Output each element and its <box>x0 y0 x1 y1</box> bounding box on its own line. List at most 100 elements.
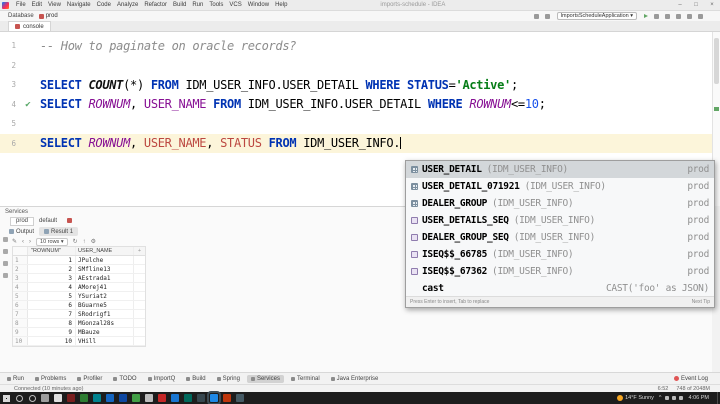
tool-window-button[interactable]: Profiler <box>73 375 106 383</box>
menu-item[interactable]: VCS <box>226 2 244 8</box>
battery-icon[interactable] <box>679 396 683 400</box>
menu-item[interactable]: View <box>45 2 64 8</box>
network-icon[interactable] <box>665 396 669 400</box>
wrench-icon[interactable] <box>545 14 550 19</box>
result-tab[interactable]: Output <box>4 227 39 236</box>
taskbar-app-icon[interactable] <box>171 394 179 402</box>
code-line[interactable]: 3 SELECT COUNT(*) FROM IDM_USER_INFO.USE… <box>0 75 712 95</box>
menu-item[interactable]: File <box>13 2 29 8</box>
completion-item[interactable]: USER_DETAIL_071921 (IDM_USER_INFO) prod <box>406 178 714 195</box>
session-tab[interactable]: prod <box>10 217 34 226</box>
tool-window-button[interactable]: ImportQ <box>144 375 180 383</box>
taskbar-app-icon[interactable] <box>106 394 114 402</box>
tool-window-button[interactable]: Java Enterprise <box>327 375 383 383</box>
breadcrumb-db[interactable]: prod <box>46 13 58 19</box>
completion-item[interactable]: ISEQ$$_66785 (IDM_USER_INFO) prod <box>406 246 714 263</box>
weather-temp[interactable]: 14°F <box>625 395 637 401</box>
settings-icon[interactable] <box>698 14 703 19</box>
tray-expand-icon[interactable]: ^ <box>659 395 662 401</box>
profiler-icon[interactable] <box>676 14 681 19</box>
menu-item[interactable]: Navigate <box>64 2 94 8</box>
taskbar-app-icon[interactable] <box>119 394 127 402</box>
tool-window-button[interactable]: Run <box>3 375 28 383</box>
volume-icon[interactable] <box>672 396 676 400</box>
pin-icon[interactable] <box>3 249 8 254</box>
settings-icon[interactable] <box>3 273 8 278</box>
user-name-cell[interactable]: MBauze <box>76 328 134 336</box>
reload-icon[interactable]: ↻ <box>73 238 78 245</box>
completion-item[interactable]: DEALER_GROUP (IDM_USER_INFO) prod <box>406 195 714 212</box>
taskbar-app-icon[interactable] <box>41 394 49 402</box>
maximize-button[interactable]: □ <box>688 2 704 8</box>
taskbar-app-icon[interactable] <box>132 394 140 402</box>
taskbar-app-icon[interactable] <box>67 394 75 402</box>
rownum-cell[interactable]: 4 <box>28 283 76 291</box>
completion-item[interactable]: USER_DETAIL (IDM_USER_INFO) prod <box>406 161 714 178</box>
menu-item[interactable]: Build <box>170 2 189 8</box>
completion-item[interactable]: USER_DETAILS_SEQ (IDM_USER_INFO) prod <box>406 212 714 229</box>
rownum-cell[interactable]: 6 <box>28 301 76 309</box>
user-name-cell[interactable]: AEstrada1 <box>76 274 134 282</box>
breadcrumb[interactable]: Database <box>8 13 34 19</box>
completion-item[interactable]: cast CAST('foo' as JSON) <box>406 280 714 297</box>
rownum-cell[interactable]: 8 <box>28 319 76 327</box>
menu-item[interactable]: Window <box>245 2 272 8</box>
menu-item[interactable]: Edit <box>29 2 45 8</box>
minimize-button[interactable]: – <box>672 2 688 8</box>
tool-window-button[interactable]: Terminal <box>287 375 324 383</box>
page-size-select[interactable]: 10 rows ▾ <box>36 238 68 246</box>
event-log-button[interactable]: Event Log <box>674 376 708 382</box>
user-icon[interactable] <box>534 14 539 19</box>
code-line[interactable]: 5 <box>0 114 712 134</box>
completion-item[interactable]: DEALER_GROUP_SEQ (IDM_USER_INFO) prod <box>406 229 714 246</box>
add-column-button[interactable]: + <box>134 247 145 255</box>
user-name-cell[interactable]: MGonzal28s <box>76 319 134 327</box>
rownum-cell[interactable]: 3 <box>28 274 76 282</box>
menu-item[interactable]: Analyze <box>114 2 141 8</box>
taskbar-app-icon[interactable] <box>80 394 88 402</box>
table-row[interactable]: 8 8 MGonzal28s <box>13 319 145 328</box>
completion-item[interactable]: ISEQ$$_67362 (IDM_USER_INFO) prod <box>406 263 714 280</box>
memory-indicator[interactable]: 748 of 2048M <box>676 386 710 392</box>
taskbar-app-icon[interactable] <box>93 394 101 402</box>
rownum-cell[interactable]: 7 <box>28 310 76 318</box>
taskbar-app-icon[interactable] <box>197 394 205 402</box>
session-tab[interactable]: default <box>34 217 62 226</box>
tool-window-button[interactable]: Spring <box>213 375 244 383</box>
column-header-rownum[interactable]: "ROWNUM" <box>28 247 76 255</box>
rownum-cell[interactable]: 10 <box>28 337 76 345</box>
search-icon[interactable] <box>16 395 23 402</box>
gear-icon[interactable]: ⚙ <box>91 238 96 245</box>
table-row[interactable]: 1 1 JPulche <box>13 256 145 265</box>
taskbar-app-icon[interactable] <box>145 394 153 402</box>
table-row[interactable]: 9 9 MBauze <box>13 328 145 337</box>
table-row[interactable]: 2 2 SMfline13 <box>13 265 145 274</box>
user-name-cell[interactable]: AMorej41 <box>76 283 134 291</box>
taskbar-app-icon[interactable] <box>184 394 192 402</box>
user-name-cell[interactable]: VHill <box>76 337 134 345</box>
taskbar-app-icon[interactable] <box>158 394 166 402</box>
code-line[interactable]: 1 -- How to paginate on oracle records? <box>0 36 712 56</box>
table-row[interactable]: 10 10 VHill <box>13 337 145 346</box>
menu-item[interactable]: Code <box>94 2 114 8</box>
menu-item[interactable]: Run <box>189 2 206 8</box>
code-line[interactable]: 6 SELECT ROWNUM, USER_NAME, STATUS FROM … <box>0 134 712 154</box>
next-tip-link[interactable]: Next Tip <box>692 299 710 305</box>
scrollbar-thumb[interactable] <box>714 38 719 84</box>
start-button[interactable] <box>3 395 10 402</box>
filter-icon[interactable] <box>3 261 8 266</box>
code-line[interactable]: 2 <box>0 56 712 76</box>
taskbar-app-icon[interactable] <box>54 394 62 402</box>
table-row[interactable]: 7 7 SRodrigf1 <box>13 310 145 319</box>
edit-icon[interactable]: ✎ <box>12 238 17 245</box>
taskbar-app-icon[interactable] <box>236 394 244 402</box>
menu-item[interactable]: Help <box>272 2 290 8</box>
user-name-cell[interactable]: SMfline13 <box>76 265 134 273</box>
editor-tab-console[interactable]: console <box>8 21 51 31</box>
table-row[interactable]: 5 5 YSuriat2 <box>13 292 145 301</box>
rownum-cell[interactable]: 5 <box>28 292 76 300</box>
table-row[interactable]: 3 3 AEstrada1 <box>13 274 145 283</box>
menu-item[interactable]: Tools <box>206 2 226 8</box>
run-config-select[interactable]: ImportsScheduleApplication ▾ <box>557 12 637 20</box>
tool-window-button[interactable]: Build <box>182 375 209 383</box>
